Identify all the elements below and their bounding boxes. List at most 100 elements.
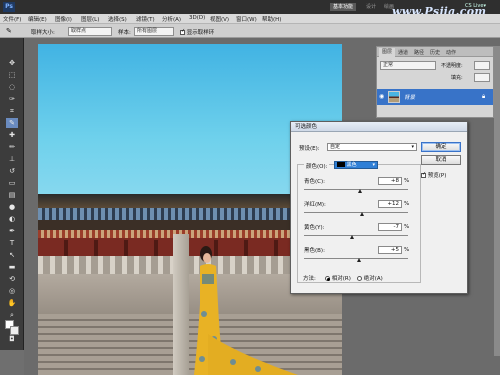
type-tool-icon[interactable]: T xyxy=(6,238,18,248)
brush-tool-icon[interactable]: ✏ xyxy=(6,142,18,152)
photo-dress-train xyxy=(208,334,298,375)
history-brush-tool-icon[interactable]: ↺ xyxy=(6,166,18,176)
shape-tool-icon[interactable]: ▬ xyxy=(6,262,18,272)
tab-layers[interactable]: 图层 xyxy=(379,48,396,57)
magenta-slider[interactable] xyxy=(304,212,408,216)
layers-panel-tabs: 图层 通道 路径 历史 动作 xyxy=(377,47,493,57)
3d-orbit-tool-icon[interactable]: ◎ xyxy=(6,286,18,296)
quick-select-tool-icon[interactable]: ✑ xyxy=(6,94,18,104)
blend-mode-select[interactable]: 正常 xyxy=(380,61,436,70)
black-input[interactable]: +5 xyxy=(378,246,402,254)
fill-label: 填充: xyxy=(451,75,463,81)
preview-check[interactable] xyxy=(421,171,426,178)
menu-layer[interactable]: 图层(L) xyxy=(81,15,99,23)
menu-filter[interactable]: 滤镜(T) xyxy=(136,15,155,23)
layer-row-background[interactable]: ◉ 背景 🔒︎ xyxy=(377,89,493,105)
menu-help[interactable]: 帮助(H) xyxy=(262,15,281,23)
blur-tool-icon[interactable]: ● xyxy=(6,202,18,212)
gradient-tool-icon[interactable]: ▤ xyxy=(6,190,18,200)
absolute-label: 绝对(A) xyxy=(363,276,383,282)
pen-tool-icon[interactable]: ✒ xyxy=(6,226,18,236)
show-ring-check[interactable] xyxy=(180,28,185,35)
menu-3d[interactable]: 3D(D) xyxy=(189,15,205,21)
opacity-label: 不透明度: xyxy=(441,63,463,69)
fill-field[interactable] xyxy=(474,73,490,82)
menu-file[interactable]: 文件(F) xyxy=(3,15,21,23)
menu-analysis[interactable]: 分析(A) xyxy=(162,15,181,23)
chevron-down-icon: ▾ xyxy=(372,162,375,168)
yellow-unit: % xyxy=(404,224,410,230)
cyan-slider[interactable] xyxy=(304,189,408,193)
tab-channels[interactable]: 通道 xyxy=(398,49,408,56)
eyedropper-icon[interactable]: ✎ xyxy=(6,27,12,35)
show-ring-label: 显示取样环 xyxy=(186,30,215,36)
quick-mask-icon[interactable]: ◘ xyxy=(6,334,18,344)
menu-edit[interactable]: 编辑(E) xyxy=(28,15,47,23)
absolute-radio-button[interactable] xyxy=(357,276,362,281)
relative-radio[interactable]: 相对(R) xyxy=(325,274,351,282)
zoom-tool-icon[interactable]: ⌕ xyxy=(6,310,18,320)
visibility-eye-icon[interactable]: ◉ xyxy=(379,93,384,100)
menu-select[interactable]: 选择(S) xyxy=(108,15,127,23)
yellow-slider-thumb[interactable] xyxy=(350,235,355,239)
black-slider-thumb[interactable] xyxy=(356,258,361,262)
sample-select[interactable]: 所有图层 xyxy=(134,27,174,36)
preview-checkbox[interactable]: 预览(P) xyxy=(421,171,446,179)
clone-stamp-tool-icon[interactable]: ⊥ xyxy=(6,154,18,164)
lasso-tool-icon[interactable]: ◌ xyxy=(6,82,18,92)
3d-rotate-tool-icon[interactable]: ⟲ xyxy=(6,274,18,284)
dodge-tool-icon[interactable]: ◐ xyxy=(6,214,18,224)
relative-radio-button[interactable] xyxy=(325,276,330,281)
colors-label: 颜色(O): xyxy=(304,162,330,170)
black-slider[interactable] xyxy=(304,258,408,262)
tab-actions[interactable]: 动作 xyxy=(446,49,456,56)
tab-history[interactable]: 历史 xyxy=(430,49,440,56)
dialog-title: 可选颜色 xyxy=(291,122,467,132)
path-select-tool-icon[interactable]: ↖ xyxy=(6,250,18,260)
color-adjust-group: 颜色(O): 黑色 ▾ 青色(C): +8 % 洋红(M): +12 % 黄色(… xyxy=(297,161,421,283)
magenta-slider-thumb[interactable] xyxy=(360,212,365,216)
crop-tool-icon[interactable]: ⌗ xyxy=(6,106,18,116)
ok-button[interactable]: 确定 xyxy=(421,142,461,152)
yellow-slider[interactable] xyxy=(304,235,408,239)
cyan-unit: % xyxy=(404,178,410,184)
yellow-input[interactable]: -7 xyxy=(378,223,402,231)
eraser-tool-icon[interactable]: ▭ xyxy=(6,178,18,188)
workspace-design-button[interactable]: 设计 xyxy=(366,3,376,10)
method-label: 方法: xyxy=(303,276,316,282)
tab-paths[interactable]: 路径 xyxy=(414,49,424,56)
cyan-input[interactable]: +8 xyxy=(378,177,402,185)
background-color-swatch[interactable] xyxy=(10,326,19,335)
sample-size-select[interactable]: 取样点 xyxy=(68,27,112,36)
preset-value: 自定 xyxy=(330,144,341,150)
magenta-input[interactable]: +12 xyxy=(378,200,402,208)
hand-tool-icon[interactable]: ✋ xyxy=(6,298,18,308)
relative-label: 相对(R) xyxy=(331,276,351,282)
move-tool-icon[interactable]: ✥ xyxy=(6,58,18,68)
menu-view[interactable]: 视图(V) xyxy=(210,15,229,23)
chevron-down-icon: ▾ xyxy=(411,144,414,150)
yellow-label: 黄色(Y): xyxy=(304,225,325,231)
magenta-unit: % xyxy=(404,201,410,207)
photo-stone-pillar xyxy=(173,234,189,375)
cyan-slider-thumb[interactable] xyxy=(358,189,363,193)
preview-label: 预览(P) xyxy=(427,173,447,179)
cyan-label: 青色(C): xyxy=(304,179,325,185)
workspace-essentials-button[interactable]: 基本功能 xyxy=(330,3,357,11)
layers-panel: 图层 通道 路径 历史 动作 正常 不透明度: 填充: ◉ 背景 🔒︎ xyxy=(376,46,494,118)
menu-image[interactable]: 图像(I) xyxy=(55,15,72,23)
healing-brush-tool-icon[interactable]: ✚ xyxy=(6,130,18,140)
marquee-tool-icon[interactable]: ⬚ xyxy=(6,70,18,80)
layer-name: 背景 xyxy=(404,95,416,101)
menu-window[interactable]: 窗口(W) xyxy=(236,15,257,23)
opacity-field[interactable] xyxy=(474,61,490,70)
show-ring-checkbox[interactable]: 显示取样环 xyxy=(180,28,214,36)
colors-select[interactable]: 黑色 ▾ xyxy=(334,161,378,169)
cancel-button[interactable]: 取消 xyxy=(421,155,461,165)
eyedropper-tool-icon[interactable]: ✎ xyxy=(6,118,18,128)
absolute-radio[interactable]: 绝对(A) xyxy=(357,274,383,282)
panel-scroll-strip xyxy=(494,46,500,356)
colors-value: 黑色 xyxy=(346,162,357,168)
black-swatch xyxy=(337,162,345,167)
preset-select[interactable]: 自定 ▾ xyxy=(327,143,417,151)
